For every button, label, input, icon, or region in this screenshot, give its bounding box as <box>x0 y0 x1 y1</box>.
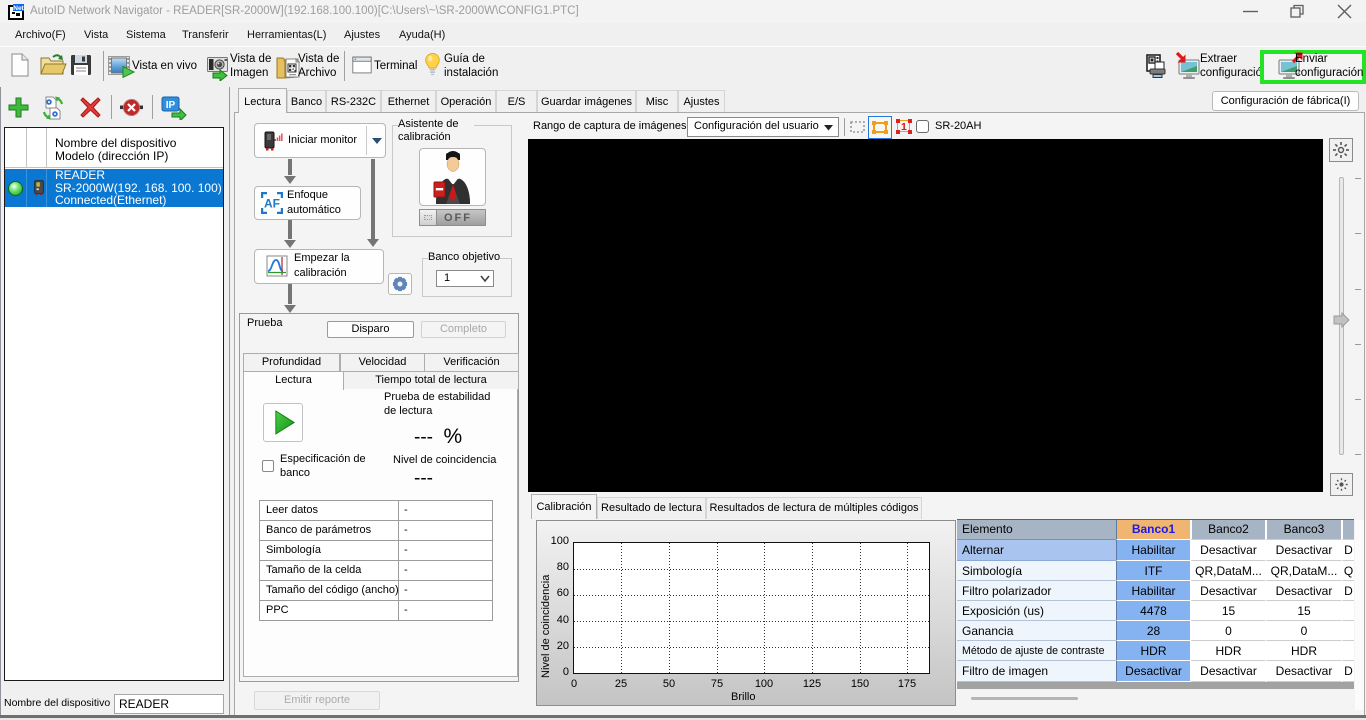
svg-text:AF: AF <box>264 197 280 211</box>
svg-text:IP: IP <box>166 100 176 111</box>
svg-text:Net: Net <box>13 5 24 12</box>
